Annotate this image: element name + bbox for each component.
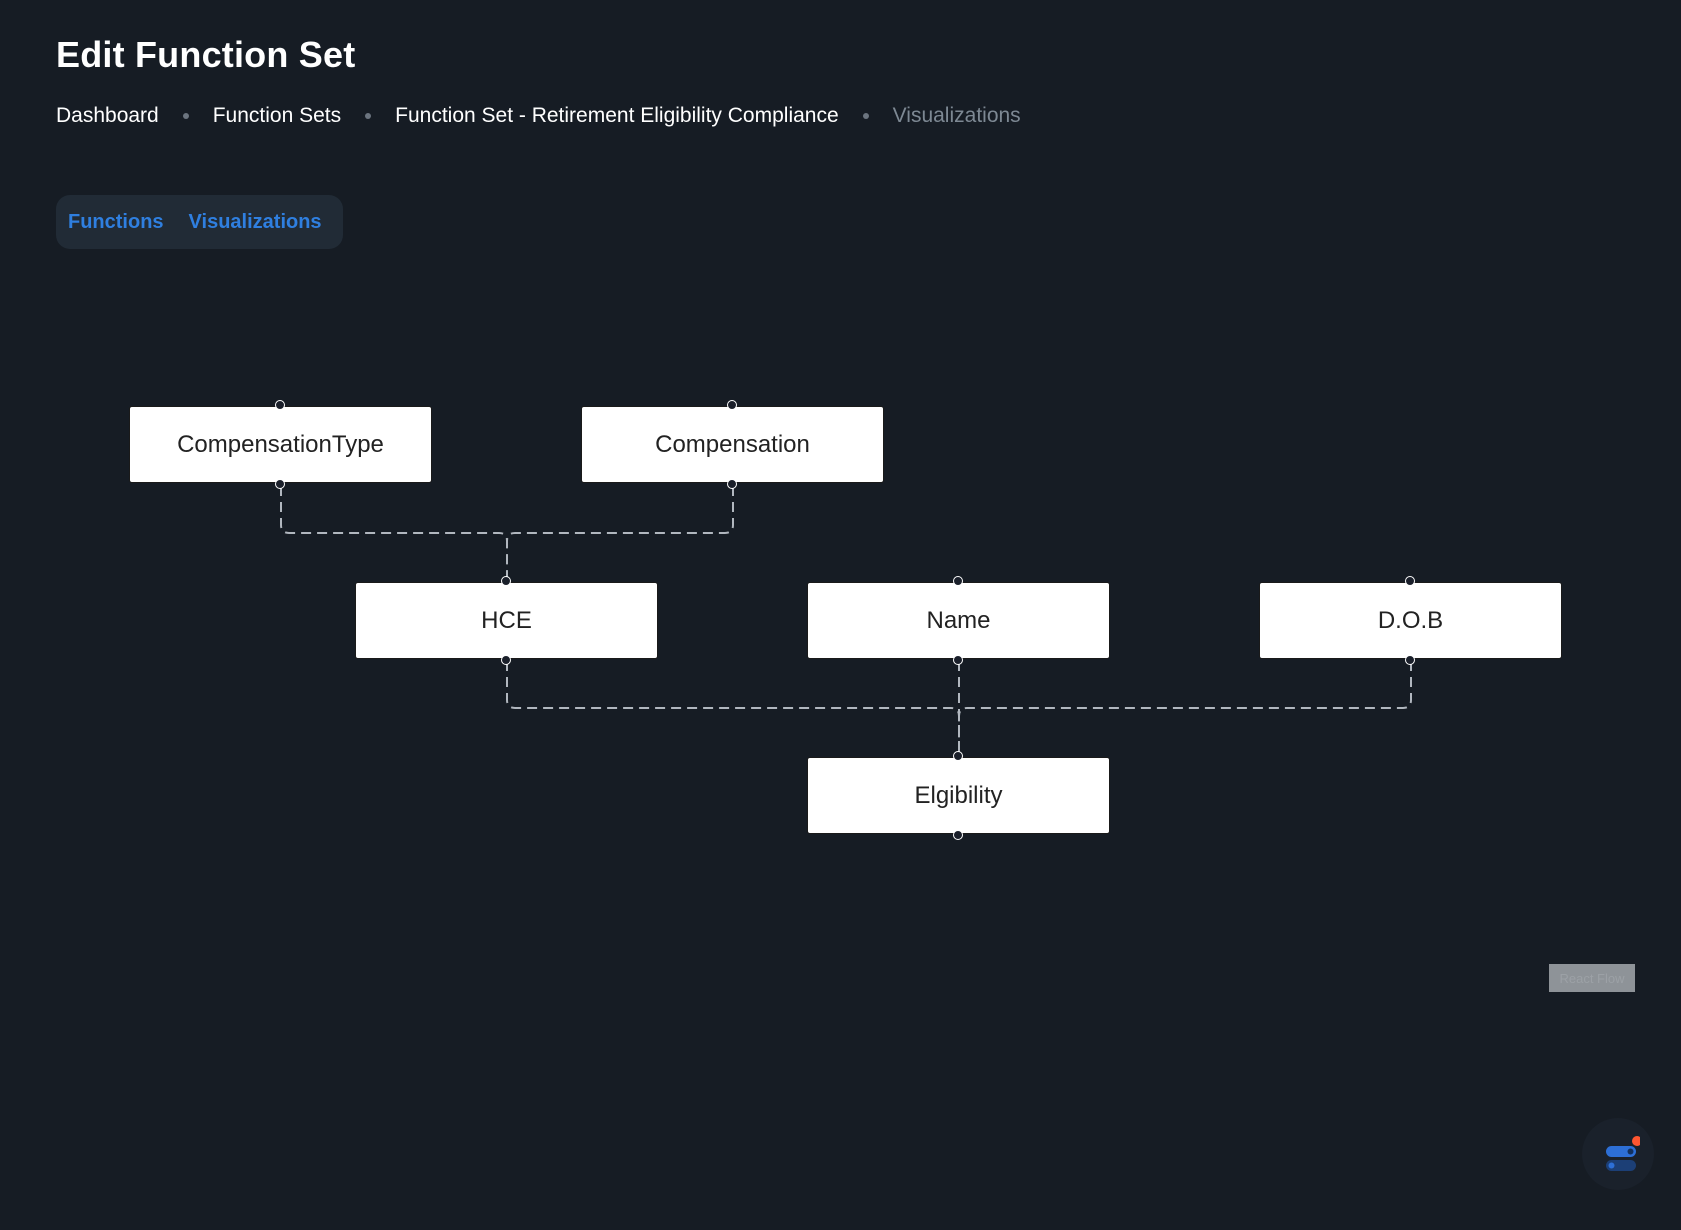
node-source-handle[interactable] bbox=[275, 479, 285, 489]
node-source-handle[interactable] bbox=[953, 655, 963, 665]
breadcrumb-separator bbox=[182, 113, 189, 119]
tab-functions[interactable]: Functions bbox=[68, 211, 164, 234]
node-dob[interactable]: D.O.B bbox=[1259, 576, 1562, 665]
node-target-handle[interactable] bbox=[275, 400, 285, 410]
tab-bar: Functions Visualizations bbox=[56, 195, 343, 249]
node-name[interactable]: Name bbox=[807, 576, 1110, 665]
node-label: Elgibility bbox=[914, 781, 1003, 809]
breadcrumb-function-set[interactable]: Function Set - Retirement Eligibility Co… bbox=[395, 104, 839, 128]
node-target-handle[interactable] bbox=[501, 576, 511, 586]
node-target-handle[interactable] bbox=[953, 576, 963, 586]
node-label: CompensationType bbox=[177, 430, 384, 458]
breadcrumb-separator bbox=[862, 113, 869, 119]
node-label: Name bbox=[926, 606, 991, 634]
node-hce[interactable]: HCE bbox=[355, 576, 658, 665]
node-label: HCE bbox=[481, 606, 532, 634]
settings-fab-button[interactable] bbox=[1582, 1118, 1654, 1190]
node-label: D.O.B bbox=[1377, 606, 1444, 634]
breadcrumb-dashboard[interactable]: Dashboard bbox=[56, 104, 159, 128]
breadcrumb-current-visualizations: Visualizations bbox=[892, 104, 1021, 127]
breadcrumb-separator bbox=[365, 113, 372, 119]
page-title: Edit Function Set bbox=[56, 34, 356, 75]
node-target-handle[interactable] bbox=[727, 400, 737, 410]
node-compensation[interactable]: Compensation bbox=[581, 400, 884, 489]
node-source-handle[interactable] bbox=[727, 479, 737, 489]
react-flow-attribution[interactable]: React Flow bbox=[1549, 964, 1635, 992]
page: Edit Function Set Dashboard Function Set… bbox=[0, 0, 1681, 1230]
edge-compensation-type-to-hce bbox=[280, 486, 508, 580]
node-target-handle[interactable] bbox=[1405, 576, 1415, 586]
toggle-settings-icon bbox=[1606, 1136, 1640, 1171]
edge-hce-to-eligibility bbox=[506, 661, 960, 755]
tab-visualizations[interactable]: Visualizations bbox=[189, 211, 322, 234]
node-eligibility[interactable]: Elgibility bbox=[807, 751, 1110, 840]
edge-compensation-to-hce bbox=[506, 486, 734, 580]
node-source-handle[interactable] bbox=[1405, 655, 1415, 665]
node-source-handle[interactable] bbox=[953, 830, 963, 840]
breadcrumb: Dashboard Function Sets Function Set - R… bbox=[56, 102, 1021, 130]
node-target-handle[interactable] bbox=[953, 751, 963, 761]
node-source-handle[interactable] bbox=[501, 655, 511, 665]
node-compensation-type[interactable]: CompensationType bbox=[129, 400, 432, 489]
breadcrumb-function-sets[interactable]: Function Sets bbox=[213, 104, 341, 128]
node-label: Compensation bbox=[655, 430, 810, 458]
edge-dob-to-eligibility bbox=[958, 661, 1412, 755]
